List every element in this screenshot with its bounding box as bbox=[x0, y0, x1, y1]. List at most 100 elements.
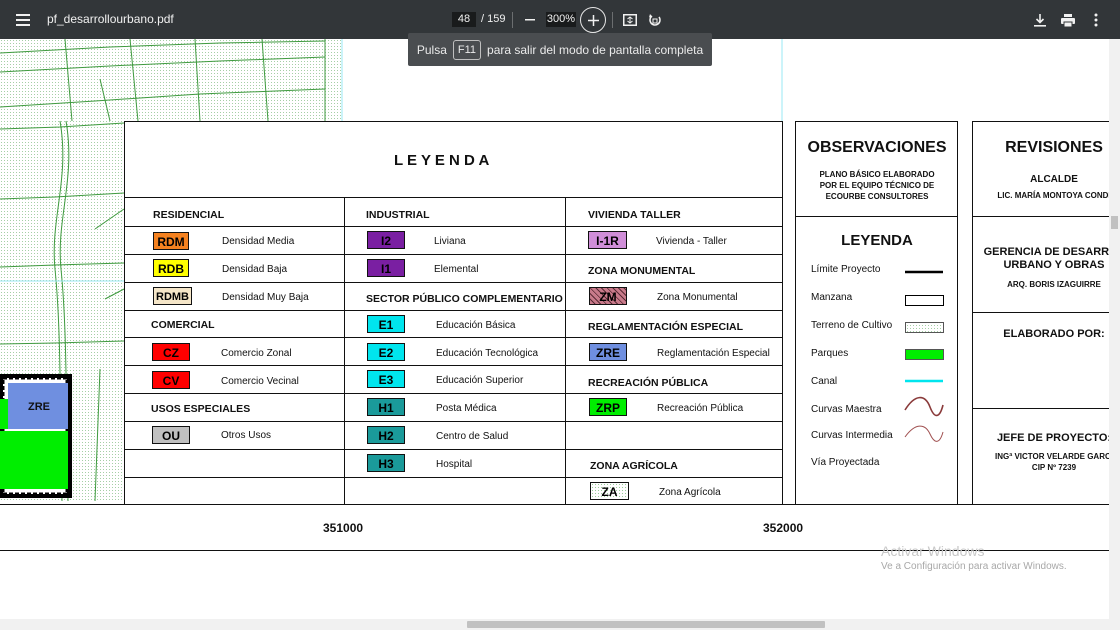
label-rdm: Densidad Media bbox=[222, 236, 295, 247]
fullscreen-notice-after: para salir del modo de pantalla completa bbox=[487, 42, 704, 57]
legend-curvas-intermedia: Curvas Intermedia bbox=[811, 430, 893, 441]
coordinate-x2: 352000 bbox=[763, 521, 804, 535]
swatch-cv: CV bbox=[152, 371, 190, 389]
fullscreen-notice-before: Pulsa bbox=[416, 42, 447, 57]
swatch-rdb: RDB bbox=[153, 259, 189, 277]
alcalde-label: ALCALDE bbox=[1030, 174, 1078, 185]
legend-canal: Canal bbox=[811, 376, 838, 387]
heading-zona-agricola: ZONA AGRÍCOLA bbox=[590, 460, 678, 472]
label-ou: Otros Usos bbox=[221, 430, 272, 441]
legend-via-proyectada: Vía Proyectada bbox=[811, 457, 880, 468]
label-h3: Hospital bbox=[436, 459, 473, 470]
heading-sector-publico: SECTOR PÚBLICO COMPLEMENTARIO bbox=[366, 293, 563, 305]
document-title: pf_desarrollourbano.pdf bbox=[47, 12, 174, 26]
legend-parques: Parques bbox=[811, 348, 849, 359]
observaciones-line3: ECOURBE CONSULTORES bbox=[825, 192, 929, 201]
observaciones-title: OBSERVACIONES bbox=[807, 139, 947, 156]
heading-usos-especiales: USOS ESPECIALES bbox=[151, 403, 251, 415]
observaciones-line1: PLANO BÁSICO ELABORADO bbox=[819, 170, 935, 179]
swatch-h2: H2 bbox=[367, 426, 405, 444]
label-e1: Educación Básica bbox=[436, 320, 516, 331]
gerencia-name: ARQ. BORIS IZAGUIRRE bbox=[1007, 280, 1101, 289]
swatch-za: ZA bbox=[590, 482, 629, 500]
label-cv: Comercio Vecinal bbox=[221, 376, 299, 387]
swatch-i2: I2 bbox=[367, 231, 405, 249]
label-rdb: Densidad Baja bbox=[222, 264, 288, 275]
f11-key: F11 bbox=[452, 39, 482, 60]
alcalde-name: LIC. MARÍA MONTOYA CONDI bbox=[997, 191, 1111, 200]
swatch-ou: OU bbox=[152, 426, 190, 444]
more-vert-icon bbox=[1094, 13, 1098, 27]
legend-title: L E Y E N D A bbox=[394, 152, 490, 169]
download-button[interactable] bbox=[1028, 8, 1052, 32]
fullscreen-notice: Pulsa F11 para salir del modo de pantall… bbox=[408, 33, 712, 66]
heading-industrial: INDUSTRIAL bbox=[366, 209, 430, 221]
page-number-input[interactable]: 48 bbox=[452, 12, 476, 27]
swatch-e3: E3 bbox=[367, 370, 405, 388]
activate-windows-title: Activar Windows bbox=[881, 543, 985, 559]
label-zre: Reglamentación Especial bbox=[657, 348, 770, 359]
zoom-in-button[interactable] bbox=[580, 7, 606, 33]
jefe-cip: CIP Nº 7239 bbox=[1031, 463, 1077, 472]
rotate-icon bbox=[649, 14, 661, 26]
label-zrp: Recreación Pública bbox=[657, 403, 744, 414]
fit-page-icon bbox=[623, 14, 637, 26]
heading-recreacion: RECREACIÓN PÚBLICA bbox=[588, 377, 709, 389]
label-rdmb: Densidad Muy Baja bbox=[222, 292, 309, 303]
observaciones-legend-title: LEYENDA bbox=[841, 232, 913, 249]
swatch-i1r: I-1R bbox=[588, 231, 627, 249]
swatch-zrp: ZRP bbox=[589, 398, 627, 416]
label-zm: Zona Monumental bbox=[657, 292, 738, 303]
jefe-label: JEFE DE PROYECTO: bbox=[996, 432, 1112, 444]
revisiones-title: REVISIONES bbox=[1005, 139, 1103, 156]
label-e3: Educación Superior bbox=[436, 375, 524, 386]
swatch-e1: E1 bbox=[367, 315, 405, 333]
swatch-rdm: RDM bbox=[153, 232, 189, 250]
fit-page-button[interactable] bbox=[618, 8, 642, 32]
heading-residencial: RESIDENCIAL bbox=[153, 209, 225, 221]
label-cz: Comercio Zonal bbox=[221, 348, 292, 359]
swatch-i1: I1 bbox=[367, 259, 405, 277]
label-h2: Centro de Salud bbox=[436, 431, 509, 442]
elaborado-label: ELABORADO POR: bbox=[1003, 328, 1105, 340]
gerencia-line2: URBANO Y OBRAS bbox=[1003, 259, 1105, 271]
swatch-cz: CZ bbox=[152, 343, 190, 361]
print-icon bbox=[1061, 13, 1075, 27]
toolbar-divider bbox=[612, 12, 613, 28]
vertical-scroll-thumb[interactable] bbox=[1111, 216, 1118, 229]
legend-terreno-cultivo: Terreno de Cultivo bbox=[811, 320, 893, 331]
label-i1r: Vivienda - Taller bbox=[656, 236, 727, 247]
horizontal-scroll-thumb[interactable] bbox=[467, 621, 825, 628]
print-button[interactable] bbox=[1056, 8, 1080, 32]
swatch-h3: H3 bbox=[367, 454, 405, 472]
menu-icon[interactable] bbox=[11, 8, 35, 32]
heading-reglamentacion: REGLAMENTACIÓN ESPECIAL bbox=[588, 321, 743, 333]
coordinate-x1: 351000 bbox=[323, 521, 364, 535]
jefe-name: INGª VICTOR VELARDE GARCI bbox=[995, 452, 1113, 461]
swatch-h1: H1 bbox=[367, 398, 405, 416]
toolbar-divider bbox=[512, 12, 513, 28]
plus-icon bbox=[587, 14, 599, 26]
rotate-button[interactable] bbox=[643, 8, 667, 32]
label-h1: Posta Médica bbox=[436, 403, 497, 414]
gerencia-line1: GERENCIA DE DESARROL bbox=[983, 246, 1120, 258]
map-zone-label: ZRE bbox=[28, 401, 50, 413]
legend-curvas-maestra: Curvas Maestra bbox=[811, 404, 882, 415]
swatch-zre: ZRE bbox=[589, 343, 627, 361]
zoom-input[interactable]: 300% bbox=[546, 12, 576, 27]
observaciones-line2: POR EL EQUIPO TÉCNICO DE bbox=[819, 181, 935, 190]
label-za: Zona Agrícola bbox=[659, 487, 721, 498]
download-icon bbox=[1034, 13, 1046, 27]
heading-zona-monumental: ZONA MONUMENTAL bbox=[588, 265, 696, 277]
more-options-button[interactable] bbox=[1084, 8, 1108, 32]
label-e2: Educación Tecnológica bbox=[436, 348, 539, 359]
legend-limite-proyecto: Límite Proyecto bbox=[811, 264, 881, 275]
page-total: / 159 bbox=[481, 13, 506, 25]
label-i1: Elemental bbox=[434, 264, 479, 275]
heading-vivienda-taller: VIVIENDA TALLER bbox=[588, 209, 681, 221]
vertical-scrollbar[interactable] bbox=[1109, 39, 1120, 619]
label-i2: Liviana bbox=[434, 236, 466, 247]
zoom-out-button[interactable] bbox=[518, 8, 542, 32]
swatch-zm: ZM bbox=[589, 287, 627, 305]
heading-comercial: COMERCIAL bbox=[151, 319, 215, 331]
